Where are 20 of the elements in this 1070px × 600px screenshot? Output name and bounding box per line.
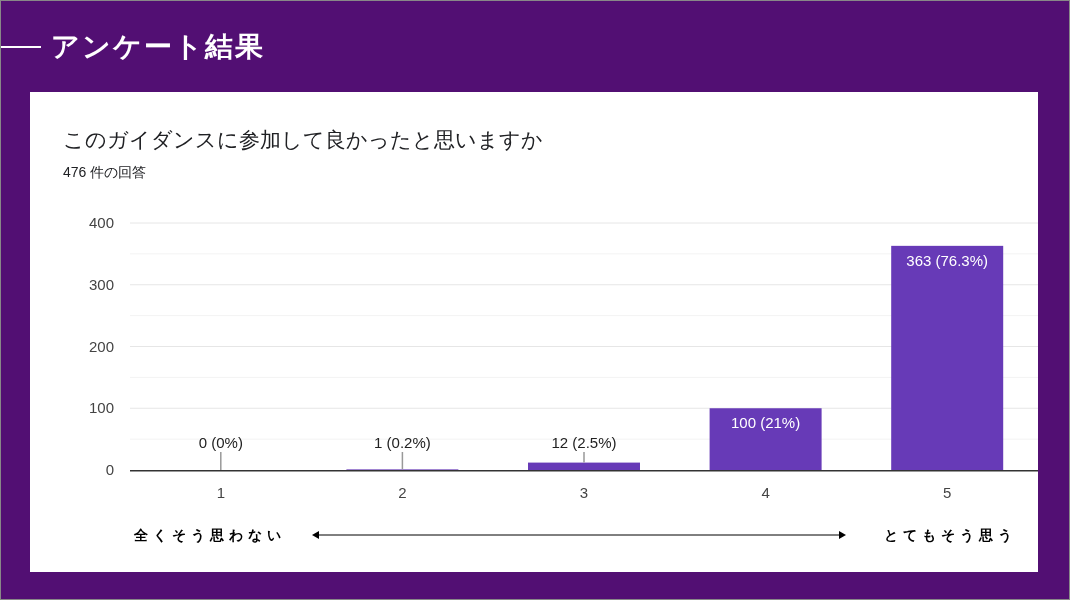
x-axis-label: 3 [579, 483, 589, 501]
y-axis-label: 400 [88, 213, 114, 231]
scale-low-label: 全くそう思わない [134, 525, 286, 545]
x-axis-label: 2 [398, 483, 407, 501]
value-label: 100 (21%) [731, 413, 801, 431]
y-axis-label: 100 [88, 398, 114, 416]
response-count: 476 件の回答 [63, 162, 147, 182]
y-axis-label: 0 [105, 460, 114, 478]
value-label: 12 (2.5%) [551, 433, 617, 451]
x-axis-label: 4 [761, 483, 770, 501]
question-title: このガイダンスに参加して良かったと思いますか [63, 127, 543, 153]
y-axis-label: 200 [88, 337, 114, 354]
value-label: 1 (0.2%) [374, 433, 431, 451]
x-axis-label: 1 [216, 483, 225, 501]
slide-title: アンケート結果 [51, 29, 265, 64]
value-label: 0 (0%) [198, 433, 243, 451]
scale-high-label: とてもそう思う [884, 525, 1017, 545]
value-label: 363 (76.3%) [906, 251, 989, 269]
y-axis-label: 300 [88, 275, 114, 293]
x-axis-label: 5 [943, 483, 952, 501]
